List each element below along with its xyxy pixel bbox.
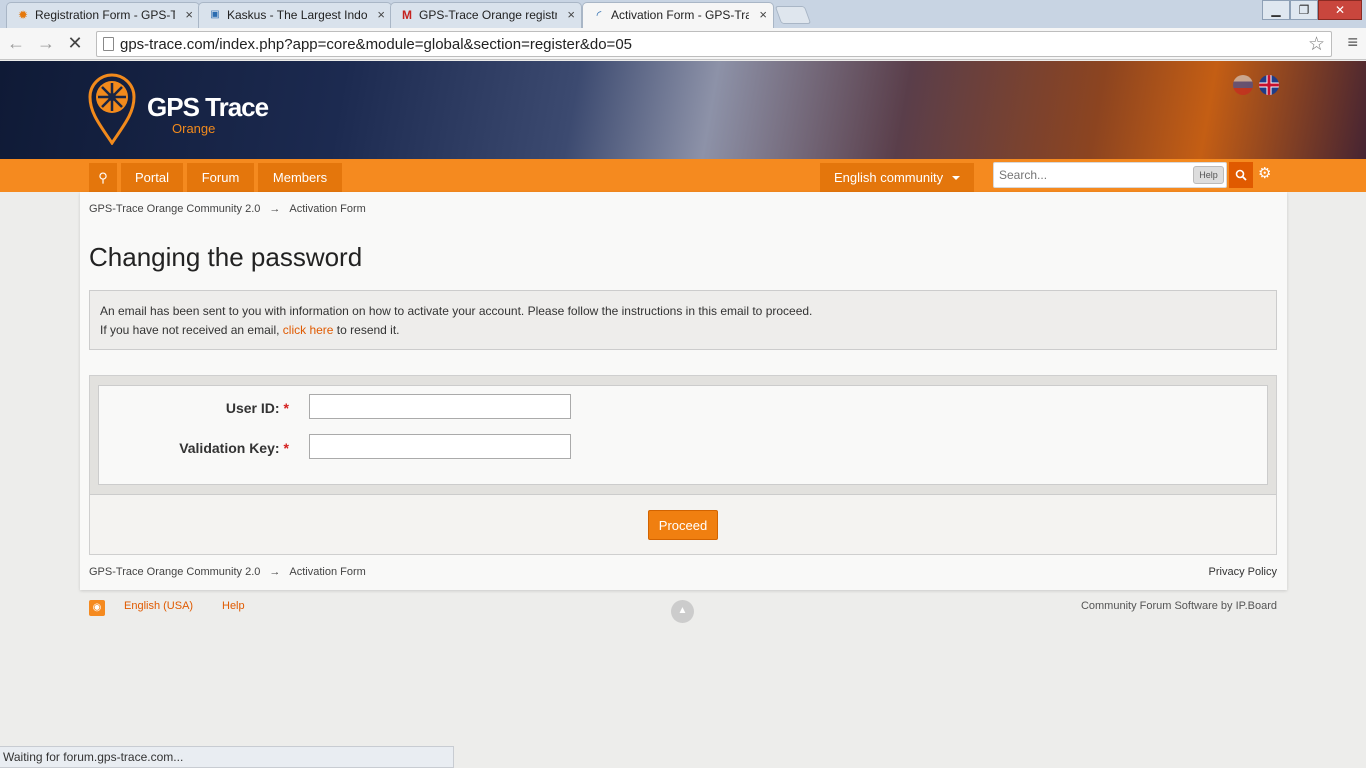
logo-title: GPS Trace	[147, 92, 269, 122]
page-icon	[103, 37, 114, 51]
breadcrumb-current: Activation Form	[289, 203, 366, 215]
loading-spinner-icon: ◜	[596, 8, 602, 22]
resend-email-link[interactable]: click here	[283, 323, 334, 337]
message-line-2: If you have not received an email, click…	[100, 323, 400, 337]
forward-arrow-icon[interactable]: →	[34, 32, 58, 56]
gps-trace-logo-icon[interactable]	[88, 73, 136, 145]
kaskus-icon: ▣	[210, 9, 220, 20]
search-input[interactable]	[993, 162, 1227, 188]
russian-flag-icon[interactable]	[1233, 75, 1253, 95]
close-tab-icon[interactable]: ×	[759, 3, 767, 27]
breadcrumb-current: Activation Form	[289, 566, 366, 578]
browser-tab-registration[interactable]: ✹ Registration Form - GPS-Trace ×	[6, 2, 200, 28]
tab-title: Activation Form - GPS-Trace	[611, 8, 749, 22]
user-id-input[interactable]	[309, 394, 571, 419]
restore-window-button[interactable]: ❐	[1290, 0, 1318, 20]
close-tab-icon[interactable]: ×	[377, 3, 385, 27]
browser-toolbar: ← → ✕ gps-trace.com/index.php?app=core&m…	[0, 28, 1366, 60]
browser-menu-icon[interactable]: ≡	[1347, 32, 1358, 53]
close-tab-icon[interactable]: ×	[185, 3, 193, 27]
help-link[interactable]: Help	[222, 600, 245, 612]
gear-icon[interactable]: ⚙	[1258, 164, 1271, 182]
map-pin-icon: ⚲	[98, 170, 108, 185]
community-label: English community	[834, 170, 944, 185]
required-marker: *	[283, 400, 289, 416]
form-submit-row: Proceed	[90, 494, 1276, 554]
form-fields-box: User ID: * Validation Key: *	[98, 385, 1268, 485]
address-bar[interactable]: gps-trace.com/index.php?app=core&module=…	[96, 31, 1332, 57]
validation-key-input[interactable]	[309, 434, 571, 459]
privacy-policy-link[interactable]: Privacy Policy	[1209, 566, 1277, 578]
search-help-button[interactable]: Help	[1193, 166, 1224, 184]
stop-loading-icon[interactable]: ✕	[63, 32, 87, 56]
bookmark-star-icon[interactable]: ☆	[1308, 33, 1325, 56]
uk-flag-icon[interactable]	[1259, 75, 1279, 95]
community-dropdown[interactable]: English community	[820, 163, 974, 192]
minimize-window-button[interactable]: ▁	[1262, 0, 1290, 20]
chevron-down-icon	[952, 176, 960, 180]
breadcrumb-root-link[interactable]: GPS-Trace Orange Community 2.0	[89, 203, 260, 215]
search-icon	[1235, 169, 1247, 181]
close-tab-icon[interactable]: ×	[567, 3, 575, 27]
activation-message: An email has been sent to you with infor…	[89, 290, 1277, 350]
nav-members[interactable]: Members	[258, 163, 342, 192]
nav-forum[interactable]: Forum	[187, 163, 254, 192]
browser-tab-gmail[interactable]: M GPS-Trace Orange registration ×	[390, 2, 582, 28]
url-text: gps-trace.com/index.php?app=core&module=…	[120, 36, 632, 53]
page-title: Changing the password	[89, 242, 363, 272]
search-button[interactable]	[1229, 162, 1253, 188]
back-arrow-icon[interactable]: ←	[4, 32, 28, 56]
user-id-label: User ID: *	[225, 400, 289, 416]
activation-form: User ID: * Validation Key: * Proceed	[89, 375, 1277, 555]
close-window-button[interactable]: ✕	[1318, 0, 1362, 20]
validation-key-label: Validation Key: *	[179, 440, 289, 456]
language-selector-link[interactable]: English (USA)	[124, 600, 193, 612]
browser-tab-activation[interactable]: ◜ Activation Form - GPS-Trace ×	[582, 2, 774, 29]
proceed-button[interactable]: Proceed	[648, 510, 718, 540]
browser-tab-strip: ✹ Registration Form - GPS-Trace × ▣ Kask…	[0, 0, 1366, 29]
site-header-banner: GPS Trace Orange	[0, 61, 1366, 159]
site-navbar: ⚲ Portal Forum Members English community…	[0, 159, 1366, 192]
rss-icon[interactable]: ◉	[89, 600, 105, 616]
powered-by-text[interactable]: Community Forum Software by IP.Board	[1081, 600, 1277, 612]
tab-title: Kaskus - The Largest Indonesian	[227, 8, 367, 22]
required-marker: *	[283, 440, 289, 456]
web-page: GPS Trace Orange ⚲ Portal Forum Members …	[0, 61, 1366, 768]
tab-title: GPS-Trace Orange registration	[419, 8, 557, 22]
breadcrumb-arrow: →	[269, 566, 281, 578]
message-line-1: An email has been sent to you with infor…	[100, 304, 813, 318]
scroll-to-top-icon[interactable]: ▲	[671, 600, 694, 623]
browser-status-bar: Waiting for forum.gps-trace.com...	[0, 746, 454, 768]
home-pin-button[interactable]: ⚲	[89, 163, 117, 192]
breadcrumb: GPS-Trace Orange Community 2.0 → Activatio…	[89, 203, 366, 215]
logo-subtitle: Orange	[172, 121, 216, 136]
breadcrumb-bottom: GPS-Trace Orange Community 2.0 → Activatio…	[89, 566, 366, 578]
new-tab-button[interactable]	[774, 6, 812, 24]
breadcrumb-arrow: →	[269, 203, 281, 215]
browser-tab-kaskus[interactable]: ▣ Kaskus - The Largest Indonesian ×	[198, 2, 392, 28]
gmail-icon: M	[402, 8, 412, 22]
breadcrumb-root-link[interactable]: GPS-Trace Orange Community 2.0	[89, 566, 260, 578]
nav-portal[interactable]: Portal	[121, 163, 183, 192]
gps-trace-icon: ✹	[17, 8, 29, 22]
tab-title: Registration Form - GPS-Trace	[35, 8, 175, 22]
